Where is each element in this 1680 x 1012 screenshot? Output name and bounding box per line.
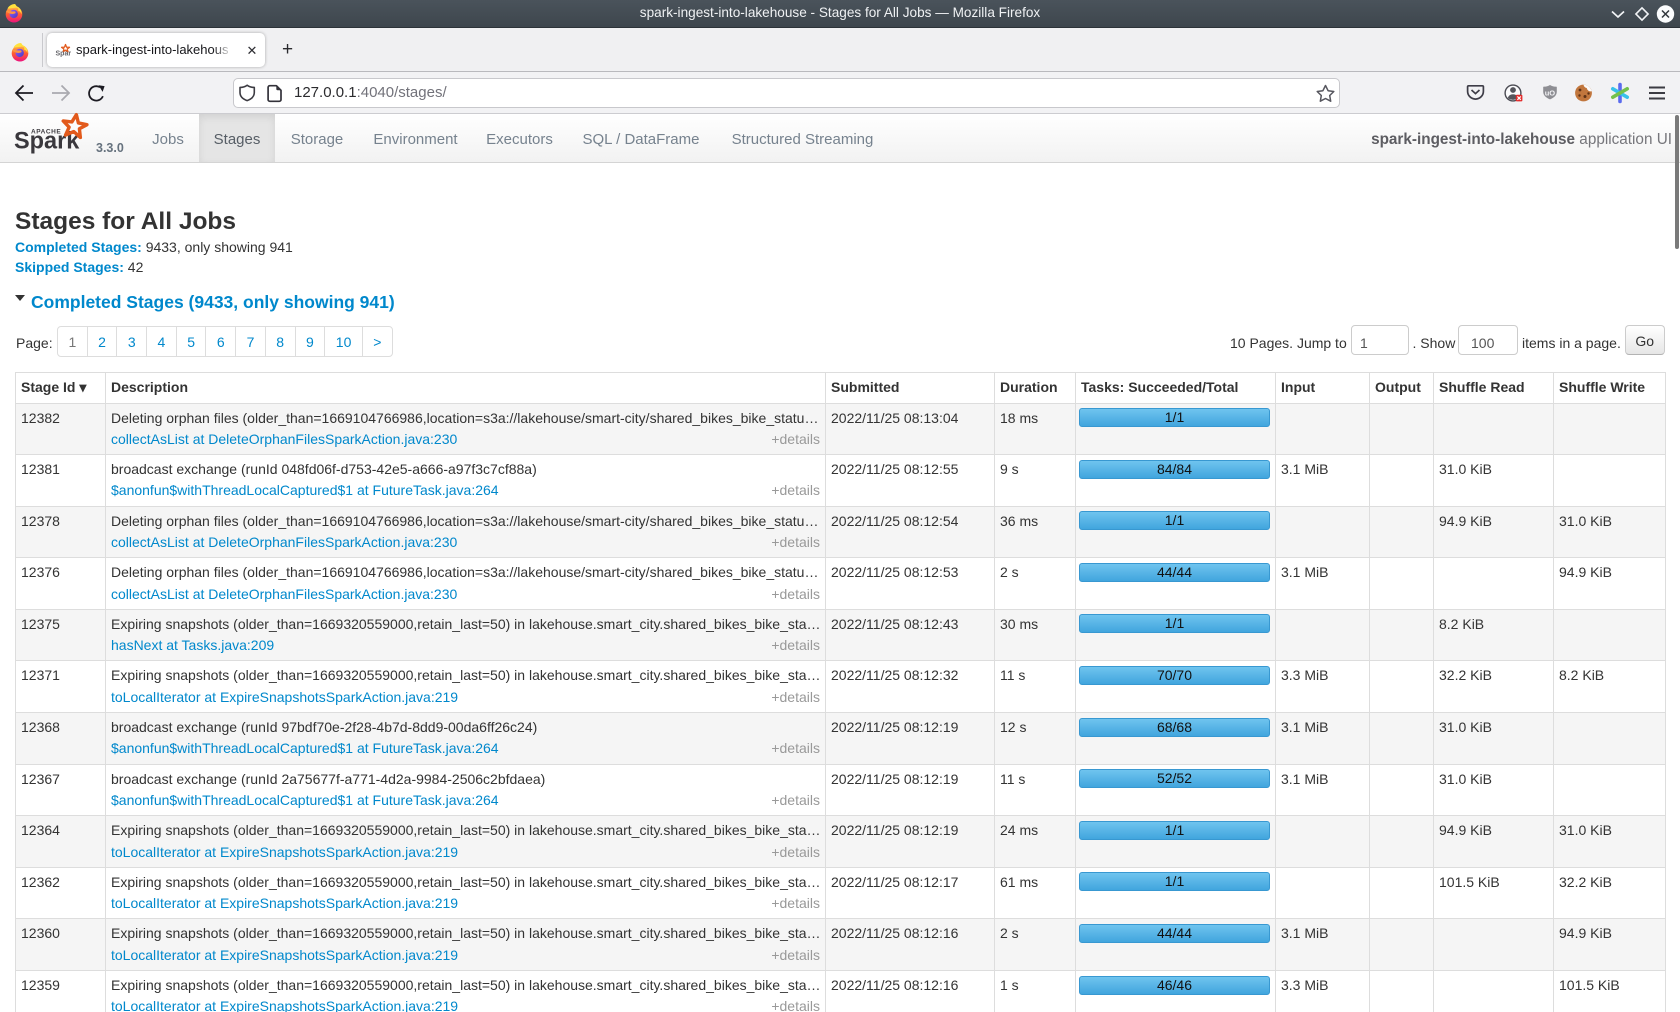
svg-text:Spark: Spark xyxy=(56,51,72,58)
svg-text:uO: uO xyxy=(1545,88,1556,97)
